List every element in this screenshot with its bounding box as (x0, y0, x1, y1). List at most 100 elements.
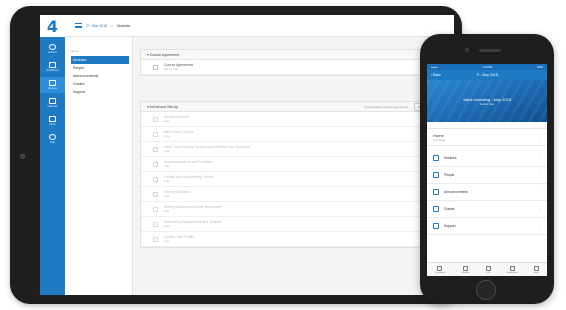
page-icon (153, 236, 158, 242)
battery-level: 100% (536, 65, 543, 69)
breadcrumb-current: Modules (117, 23, 131, 28)
breadcrumb-separator: > (111, 23, 114, 28)
tab-inbox[interactable]: Inbox (533, 265, 539, 274)
back-button[interactable]: ‹ Back (431, 73, 441, 77)
tab-label: Calendar (461, 271, 470, 274)
module-item-meta: 1 pts (164, 150, 170, 153)
module-item[interactable]: Weekly Routines 1 pts (141, 187, 453, 202)
menu-item-announcements[interactable]: Announcements › (427, 184, 547, 201)
course-nav-item-announcements[interactable]: Announcements (71, 72, 132, 80)
rail-item-label: Account (47, 51, 58, 54)
support-icon (433, 223, 439, 229)
phone-camera (465, 48, 469, 52)
course-nav-item-grades[interactable]: Grades (71, 80, 132, 88)
rail-item-label: Calendar (47, 105, 58, 108)
rail-item-calendar[interactable]: Calendar (40, 95, 65, 111)
module-item-title: Update Your Profile (164, 235, 195, 239)
app-logo-icon[interactable]: 4 (40, 15, 65, 37)
chevron-right-icon: › (539, 134, 541, 140)
module-item[interactable]: Accommodations and Facilities 1 pts (141, 157, 453, 172)
page-icon (153, 191, 158, 197)
module-item-title: Accommodations and Facilities (164, 160, 213, 164)
chevron-right-icon: › (539, 173, 541, 177)
module-item-title: Meet Your Trainers (164, 130, 194, 134)
module-item-meta: 1 pts (164, 135, 170, 138)
menu-item-modules[interactable]: Modules › (427, 150, 547, 167)
module-title: ▾ Arrival and Set-Up (147, 104, 179, 109)
modules-icon (433, 155, 439, 161)
bell-icon (509, 265, 515, 271)
global-nav-rail: 4 Account Dashboard Courses Calendar Inb… (40, 15, 65, 295)
module-item-meta: 1 pts (164, 180, 170, 183)
module-item[interactable]: Facility and Accessibility Details 1 pts (141, 172, 453, 187)
module-header[interactable]: ▾ Arrival and Set-Up Prerequisites: Cour… (141, 102, 453, 112)
module-item-title: Weekly Routines (164, 190, 191, 194)
inbox-icon (533, 265, 539, 271)
module-item[interactable]: Update Your Profile 1 pts (141, 232, 453, 247)
menu-item-label: Grades (444, 207, 455, 211)
phone-home-button[interactable] (476, 280, 496, 300)
module-item-meta: 1 pts (164, 210, 170, 213)
module-item[interactable]: Meet Your Training Partners and Review Y… (141, 142, 453, 157)
page-icon (153, 131, 158, 137)
module-item-meta: 1 pts (164, 165, 170, 168)
tab-notifications[interactable]: Notifications (507, 265, 518, 274)
menu-item-label: Support (444, 224, 456, 228)
calendar-icon (49, 98, 56, 104)
course-nav-home[interactable]: Home (71, 49, 132, 53)
course-nav-item-support[interactable]: Support (71, 88, 132, 96)
home-card[interactable]: Home Front Page › (427, 128, 547, 146)
module-item-meta: 1 pts (164, 195, 170, 198)
page-icon (153, 161, 158, 167)
dashboard-icon (49, 62, 56, 68)
module-item-title: Submitting Assignments and Quizzes (164, 220, 222, 224)
course-nav-item-people[interactable]: People (71, 64, 132, 72)
rail-item-courses[interactable]: Courses (40, 77, 65, 93)
module-item-title: Course Agreement (164, 63, 194, 67)
module-item[interactable]: Course Agreement Mar 1 | 1 pts (141, 60, 453, 75)
phone-speaker (479, 49, 501, 52)
rail-item-label: Courses (47, 87, 58, 90)
menu-item-grades[interactable]: Grades › (427, 201, 547, 218)
chevron-right-icon: › (539, 207, 541, 211)
module-item[interactable]: Arrival Checklist 1 pts (141, 112, 453, 127)
module-item-title: Arrival Checklist (164, 115, 190, 119)
hamburger-menu-icon[interactable] (75, 23, 82, 28)
menu-item-support[interactable]: Support › (427, 218, 547, 235)
module-item[interactable]: Meet Your Trainers 1 pts (141, 127, 453, 142)
assignment-icon (153, 64, 158, 70)
module-header[interactable]: ▾ Course Agreement Complete all items (141, 50, 453, 60)
people-icon (433, 172, 439, 178)
menu-item-people[interactable]: People › (427, 167, 547, 184)
course-banner-subtitle: Student View (479, 102, 495, 106)
course-menu-list: Modules › People › Announcements › Grade… (427, 150, 547, 235)
rail-item-account[interactable]: Account (40, 41, 65, 57)
chevron-right-icon: › (539, 156, 541, 160)
page-icon (153, 206, 158, 212)
course-nav-item-modules[interactable]: Modules (71, 56, 129, 64)
announcements-icon (433, 189, 439, 195)
module-course-agreement: ▾ Course Agreement Complete all items Co… (140, 49, 454, 76)
phone-device: ●●●●○ 4:21 PM 100% ‹ Back TI - May 2018 … (420, 34, 554, 304)
module-arrival-setup: ▾ Arrival and Set-Up Prerequisites: Cour… (140, 101, 454, 248)
module-item[interactable]: Writing Studio and Online Resources 1 pts (141, 202, 453, 217)
inbox-icon (49, 116, 56, 122)
top-bar: TI - Mar 2018 > Modules (65, 15, 454, 37)
tab-dashboard[interactable]: Dashboard (435, 265, 445, 274)
phone-nav-bar: ‹ Back TI - May 2018 (427, 70, 547, 80)
module-item-title: Meet Your Training Partners and Review Y… (164, 145, 251, 149)
tab-calendar[interactable]: Calendar (461, 265, 470, 274)
home-card-subtitle: Front Page (433, 138, 446, 142)
rail-item-inbox[interactable]: Inbox (40, 113, 65, 129)
phone-screen: ●●●●○ 4:21 PM 100% ‹ Back TI - May 2018 … (427, 64, 547, 276)
breadcrumb-course[interactable]: TI - Mar 2018 (86, 24, 107, 28)
module-item[interactable]: Submitting Assignments and Quizzes 1 pts (141, 217, 453, 232)
book-icon (49, 80, 56, 86)
page-icon (153, 146, 158, 152)
rail-item-help[interactable]: Help (40, 131, 65, 147)
rail-item-dashboard[interactable]: Dashboard (40, 59, 65, 75)
signal-strength: ●●●●○ (431, 65, 439, 69)
help-icon (49, 134, 56, 140)
module-title: ▾ Course Agreement (147, 52, 179, 57)
tab-todo[interactable]: To Do (485, 265, 491, 274)
